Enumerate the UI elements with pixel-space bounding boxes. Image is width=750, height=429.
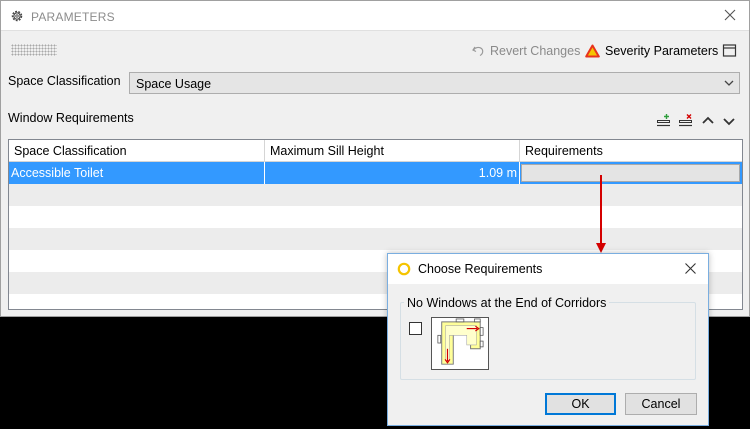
column-header-max-sill-height[interactable]: Maximum Sill Height <box>265 140 520 162</box>
empty-row <box>9 228 742 250</box>
callout-arrow <box>596 175 606 253</box>
chevron-down-icon <box>724 80 734 86</box>
revert-changes-label: Revert Changes <box>490 44 581 58</box>
chevron-up-icon[interactable] <box>700 113 716 129</box>
table-row[interactable]: Accessible Toilet 1.09 m <box>9 162 742 184</box>
panel-toggle-icon[interactable] <box>722 43 737 58</box>
dialog-title: Choose Requirements <box>418 262 543 276</box>
revert-changes-button[interactable]: Revert Changes <box>471 42 580 60</box>
cell-max-sill-height[interactable]: 1.09 m <box>265 162 520 184</box>
column-header-requirements[interactable]: Requirements <box>520 140 742 162</box>
delete-row-icon[interactable] <box>678 113 694 129</box>
empty-row <box>9 184 742 206</box>
space-classification-select[interactable]: Space Usage <box>129 72 740 94</box>
close-icon[interactable] <box>723 8 737 22</box>
drag-grip[interactable] <box>11 44 57 56</box>
cancel-button[interactable]: Cancel <box>625 393 697 415</box>
window-requirements-label: Window Requirements <box>8 111 134 125</box>
circle-icon <box>397 262 411 276</box>
ok-button[interactable]: OK <box>545 393 616 415</box>
chevron-down-icon[interactable] <box>721 113 737 129</box>
dialog-title-bar: Choose Requirements <box>388 254 708 284</box>
choose-requirements-dialog: Choose Requirements No Windows at the En… <box>387 253 709 426</box>
column-header-space-classification[interactable]: Space Classification <box>9 140 265 162</box>
revert-icon <box>472 46 484 57</box>
close-icon[interactable] <box>684 262 697 275</box>
group-title: No Windows at the End of Corridors <box>404 296 610 310</box>
empty-row <box>9 206 742 228</box>
space-classification-label: Space Classification <box>8 74 121 88</box>
title-bar: PARAMETERS <box>1 1 749 31</box>
requirement-checkbox[interactable] <box>409 322 422 335</box>
space-classification-value: Space Usage <box>136 77 212 91</box>
window-title: PARAMETERS <box>31 10 115 24</box>
warning-triangle-icon <box>585 44 600 58</box>
severity-parameters-label: Severity Parameters <box>605 44 719 58</box>
corridor-window-diagram-icon <box>431 317 489 370</box>
grid-header: Space Classification Maximum Sill Height… <box>9 140 742 162</box>
severity-parameters-button[interactable]: Severity Parameters <box>585 42 718 60</box>
add-row-icon[interactable] <box>656 113 672 129</box>
cell-requirements-editor[interactable] <box>521 164 740 182</box>
gear-icon <box>11 10 23 22</box>
cell-space-classification[interactable]: Accessible Toilet <box>9 162 265 184</box>
